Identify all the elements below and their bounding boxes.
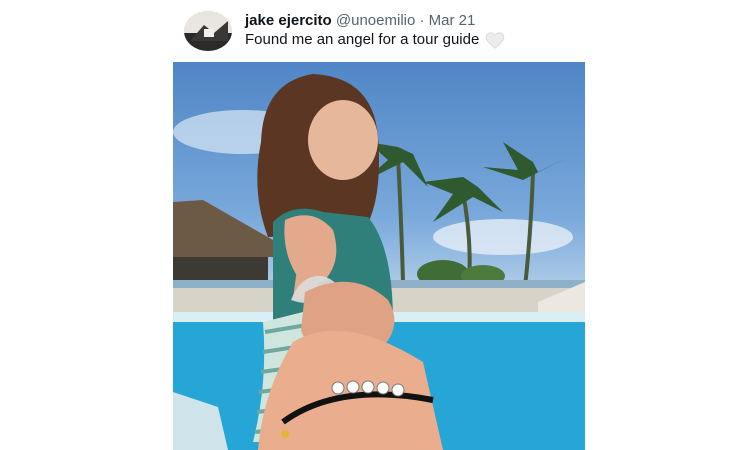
author-handle[interactable]: @unoemilio	[336, 12, 415, 29]
avatar[interactable]	[184, 11, 232, 51]
heart-icon[interactable]	[485, 31, 505, 49]
tweet-date[interactable]: Mar 21	[429, 12, 476, 29]
tweet-text-row: Found me an angel for a tour guide	[245, 31, 505, 49]
tweet-header: jake ejercito @unoemilio · Mar 21	[245, 12, 475, 30]
author-name[interactable]: jake ejercito	[245, 12, 332, 29]
separator-dot: ·	[419, 12, 425, 29]
tweet-photo[interactable]	[173, 62, 585, 450]
photo-scene	[173, 74, 585, 450]
profile-photo	[184, 11, 232, 51]
tweet-text: Found me an angel for a tour guide	[245, 31, 480, 48]
